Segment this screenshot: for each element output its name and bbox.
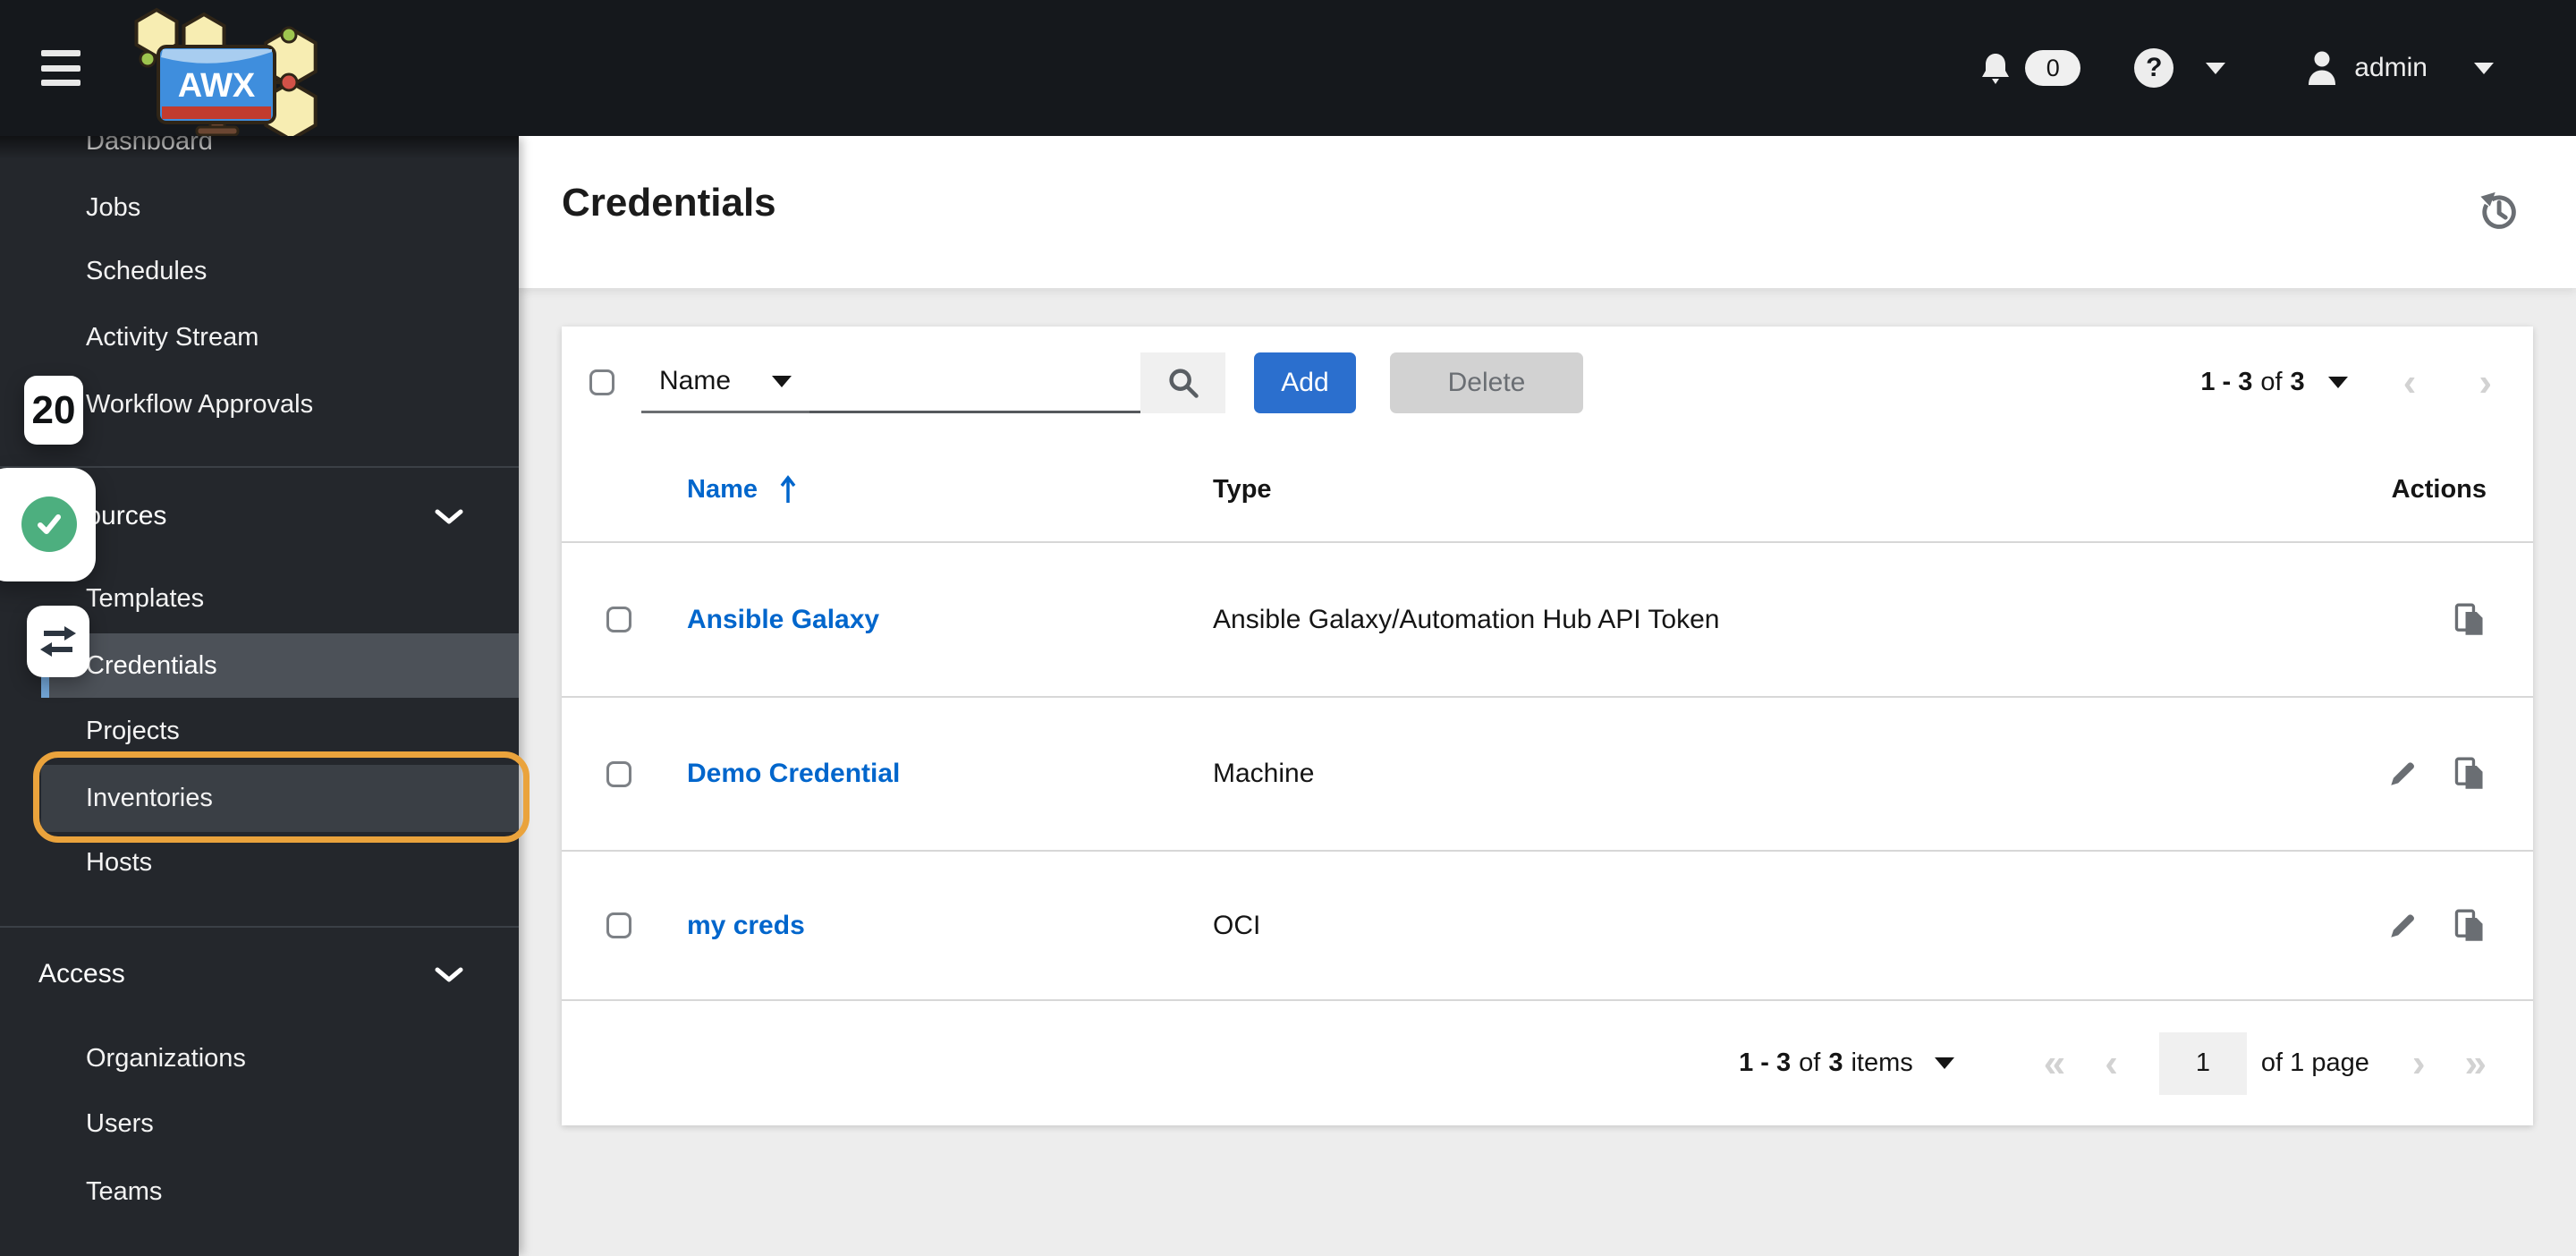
help-caret-down-icon[interactable]: [2206, 62, 2226, 74]
sidebar-item-organizations[interactable]: Organizations: [0, 1026, 519, 1091]
page-number-input[interactable]: [2158, 1031, 2247, 1095]
awx-logo-text: AWX: [178, 67, 256, 105]
table-row: Demo Credential Machine: [562, 698, 2533, 852]
per-page-caret-down-icon[interactable]: [2327, 377, 2348, 388]
chevron-down-icon: [435, 967, 463, 982]
filter-type-select[interactable]: Name: [641, 352, 809, 413]
table-header: Name Type Actions: [562, 438, 2533, 543]
first-page-button[interactable]: «: [2044, 1043, 2065, 1083]
prev-page-button[interactable]: ‹: [2403, 362, 2417, 403]
delete-button[interactable]: Delete: [1390, 352, 1583, 413]
top-pagination: 1 - 3 of 3 ‹ ›: [2200, 360, 2492, 404]
search-input[interactable]: [809, 352, 1140, 413]
awx-logo: AWX: [125, 4, 322, 142]
sort-ascending-icon: [780, 474, 796, 503]
copy-button[interactable]: [2453, 909, 2487, 943]
sidebar-divider: [0, 926, 519, 928]
row-checkbox[interactable]: [606, 760, 631, 787]
sidebar-item-activity-stream[interactable]: Activity Stream: [0, 305, 519, 369]
username-label[interactable]: admin: [2354, 53, 2428, 83]
select-all-checkbox[interactable]: [589, 369, 614, 395]
next-page-button[interactable]: ›: [2479, 362, 2492, 403]
pencil-icon: [2391, 762, 2414, 785]
annotation-swap-overlay: [27, 606, 89, 677]
column-name-sort[interactable]: Name: [687, 474, 798, 506]
annotation-highlight-box: [33, 751, 530, 843]
credential-link[interactable]: my creds: [687, 911, 805, 941]
bottom-pagination: 1 - 3 of 3 items « ‹ of 1 page › »: [562, 1001, 2533, 1125]
table-row: Ansible Galaxy Ansible Galaxy/Automation…: [562, 543, 2533, 698]
copy-icon: [2454, 757, 2483, 789]
page-count-label: of 1 page: [2260, 1048, 2369, 1077]
row-checkbox[interactable]: [606, 607, 631, 632]
last-page-button[interactable]: »: [2465, 1043, 2487, 1083]
credential-type: OCI: [1213, 910, 1261, 940]
pencil-icon: [2391, 913, 2414, 938]
credential-type: Ansible Galaxy/Automation Hub API Token: [1213, 604, 1720, 634]
add-button[interactable]: Add: [1254, 352, 1356, 413]
copy-button[interactable]: [2453, 757, 2487, 791]
sidebar-item-jobs[interactable]: Jobs: [0, 175, 519, 240]
sidebar-section-access[interactable]: Access: [0, 942, 519, 1006]
sidebar-item-schedules[interactable]: Schedules: [0, 239, 519, 303]
copy-icon: [2454, 909, 2483, 941]
check-circle-icon: [21, 496, 77, 552]
copy-icon: [2454, 603, 2483, 635]
help-icon[interactable]: ?: [2134, 48, 2174, 88]
search-filter-group: Name: [641, 352, 1225, 413]
chevron-down-icon: [435, 509, 463, 524]
user-menu-caret-down-icon[interactable]: [2474, 62, 2494, 74]
sidebar-item-dashboard[interactable]: Dashboard: [0, 136, 519, 174]
history-button[interactable]: [2476, 188, 2521, 233]
sidebar-item-teams[interactable]: Teams: [0, 1159, 519, 1224]
table-row: my creds OCI: [562, 852, 2533, 1001]
caret-down-icon: [1934, 1057, 1954, 1069]
items-per-page-select[interactable]: 1 - 3 of 3 items: [1739, 1048, 1954, 1078]
pagination-total: 3: [2290, 368, 2305, 396]
next-page-button[interactable]: ›: [2412, 1043, 2426, 1083]
credential-type: Machine: [1213, 759, 1315, 788]
notification-count-badge: 0: [2025, 50, 2081, 86]
list-toolbar: Name Add Delete 1 - 3 of 3 ‹ ›: [562, 327, 2533, 438]
credential-link[interactable]: Ansible Galaxy: [687, 605, 879, 635]
page-header: Credentials: [519, 136, 2576, 288]
column-type-header: Type: [1213, 475, 1272, 504]
sidebar-item-users[interactable]: Users: [0, 1091, 519, 1156]
notifications-bell-icon[interactable]: [1980, 52, 2011, 84]
awx-credentials-page: AWX 0 ? admin Dashboard Jobs Schedules A…: [0, 0, 2576, 1256]
caret-down-icon: [772, 375, 792, 387]
credentials-card: Name Add Delete 1 - 3 of 3 ‹ › Name Type…: [562, 327, 2533, 1125]
page-title: Credentials: [562, 181, 776, 225]
top-navbar: AWX 0 ? admin: [0, 0, 2576, 142]
column-actions-header: Actions: [2391, 475, 2487, 504]
annotation-step-badge: 20: [24, 376, 83, 445]
sidebar-divider: [0, 466, 519, 468]
hamburger-menu-icon[interactable]: [41, 50, 80, 86]
user-icon: [2309, 51, 2336, 85]
prev-page-button[interactable]: ‹: [2105, 1043, 2118, 1083]
annotation-check-overlay: [0, 468, 96, 581]
pagination-range: 1 - 3: [2200, 368, 2253, 396]
swap-arrows-icon: [40, 626, 76, 657]
sidebar-item-credentials-selected[interactable]: Credentials: [41, 633, 519, 698]
credential-link[interactable]: Demo Credential: [687, 759, 900, 789]
copy-button[interactable]: [2453, 603, 2487, 637]
search-icon: [1168, 368, 1199, 398]
edit-button[interactable]: [2386, 910, 2419, 942]
edit-button[interactable]: [2386, 758, 2419, 790]
topbar-right-group: 0 ? admin: [1980, 48, 2494, 88]
history-icon: [2480, 191, 2516, 229]
search-button[interactable]: [1140, 352, 1225, 413]
row-checkbox[interactable]: [606, 912, 631, 938]
sidebar-nav: Dashboard Jobs Schedules Activity Stream…: [0, 136, 519, 1256]
